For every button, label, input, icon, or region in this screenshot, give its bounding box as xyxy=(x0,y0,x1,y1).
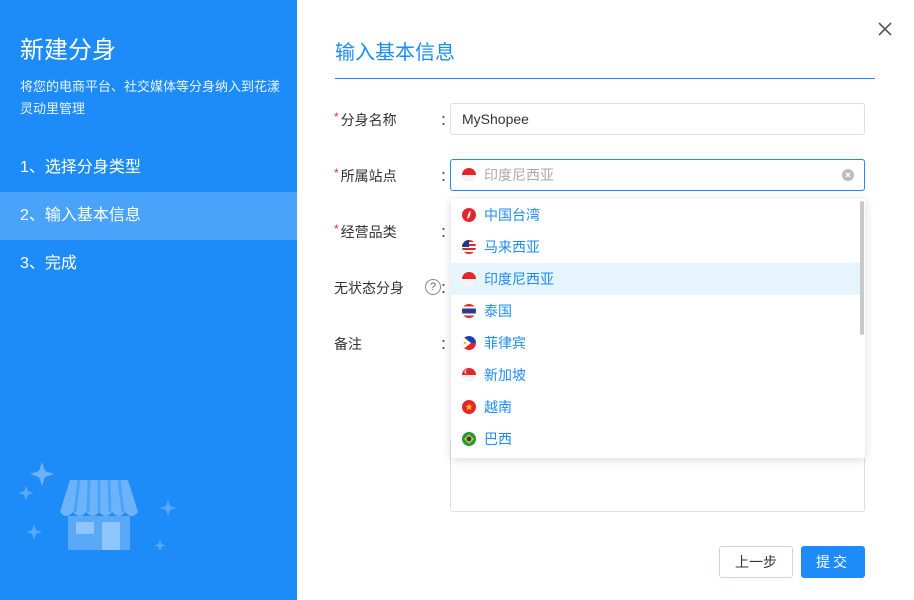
remark-label: 备注 xyxy=(334,336,362,352)
option-philippines[interactable]: 菲律宾 xyxy=(451,327,861,359)
stateless-label: 无状态分身 xyxy=(334,280,404,296)
taiwan-flag-icon xyxy=(462,208,476,222)
indonesia-flag-icon xyxy=(462,168,476,182)
site-select[interactable]: 印度尼西亚 xyxy=(450,159,865,191)
submit-button[interactable]: 提交 xyxy=(801,546,865,578)
option-indonesia[interactable]: 印度尼西亚 xyxy=(451,263,861,295)
option-thailand[interactable]: 泰国 xyxy=(451,295,861,327)
sidebar-description: 将您的电商平台、社交媒体等分身纳入到花漾灵动里管理 xyxy=(20,79,281,116)
option-brazil[interactable]: 巴西 xyxy=(451,423,861,455)
step-basic-info[interactable]: 2、输入基本信息 xyxy=(0,192,297,240)
indonesia-flag-icon xyxy=(462,272,476,286)
singapore-flag-icon xyxy=(462,368,476,382)
required-mark: * xyxy=(334,166,339,180)
option-malaysia[interactable]: 马来西亚 xyxy=(451,231,861,263)
title-divider xyxy=(335,78,875,79)
malaysia-flag-icon xyxy=(462,240,476,254)
close-button[interactable] xyxy=(872,16,898,42)
option-singapore[interactable]: 新加坡 xyxy=(451,359,861,391)
close-icon xyxy=(878,22,892,36)
site-select-value: 印度尼西亚 xyxy=(484,167,554,183)
site-dropdown: 中国台湾 马来西亚 印度尼西亚 泰国 菲律宾 新加坡 越南 巴西 xyxy=(451,199,865,458)
category-label: * 经营品类 xyxy=(334,222,397,240)
required-mark: * xyxy=(334,222,339,236)
vietnam-flag-icon xyxy=(462,400,476,414)
thailand-flag-icon xyxy=(462,304,476,318)
name-input[interactable]: MyShopee xyxy=(450,103,865,135)
previous-step-button[interactable]: 上一步 xyxy=(719,546,793,578)
sidebar-title: 新建分身 xyxy=(20,37,116,64)
page-title: 输入基本信息 xyxy=(335,42,455,64)
required-mark: * xyxy=(334,110,339,124)
step-complete[interactable]: 3、完成 xyxy=(0,240,297,288)
sidebar: 新建分身 将您的电商平台、社交媒体等分身纳入到花漾灵动里管理 1、选择分身类型 … xyxy=(0,0,297,600)
dropdown-scrollbar[interactable] xyxy=(860,201,864,335)
philippines-flag-icon xyxy=(462,336,476,350)
help-icon[interactable]: ? xyxy=(425,279,441,295)
name-label: * 分身名称 xyxy=(334,110,397,128)
step-select-type[interactable]: 1、选择分身类型 xyxy=(0,144,297,192)
brazil-flag-icon xyxy=(462,432,476,446)
site-label: * 所属站点 xyxy=(334,166,397,184)
store-illustration-icon xyxy=(19,462,176,551)
option-taiwan[interactable]: 中国台湾 xyxy=(451,199,861,231)
clear-icon[interactable] xyxy=(842,169,854,181)
option-vietnam[interactable]: 越南 xyxy=(451,391,861,423)
